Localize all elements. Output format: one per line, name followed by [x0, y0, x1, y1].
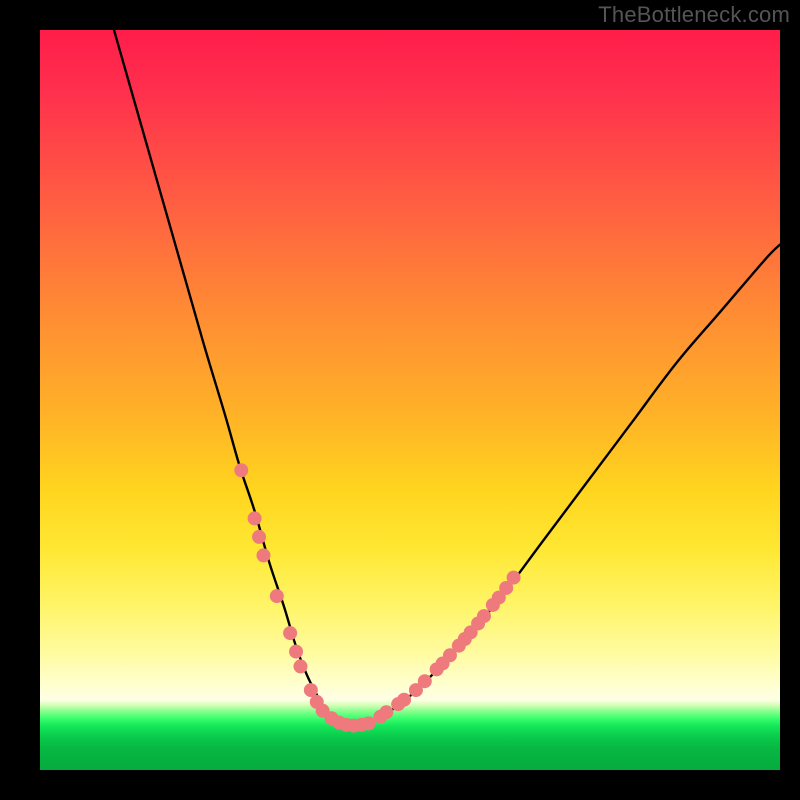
- marker-dot: [256, 548, 270, 562]
- marker-dot: [270, 589, 284, 603]
- marker-dot: [362, 716, 376, 730]
- marker-dot: [234, 463, 248, 477]
- chart-stage: TheBottleneck.com: [0, 0, 800, 800]
- marker-dots: [234, 463, 520, 732]
- marker-dot: [418, 674, 432, 688]
- marker-dot: [293, 659, 307, 673]
- marker-dot: [397, 693, 411, 707]
- marker-dot: [477, 609, 491, 623]
- bottleneck-curve: [114, 30, 780, 726]
- plot-area: [40, 30, 780, 770]
- marker-dot: [507, 571, 521, 585]
- watermark-text: TheBottleneck.com: [598, 2, 790, 28]
- marker-dot: [289, 645, 303, 659]
- marker-dot: [283, 626, 297, 640]
- marker-dot: [248, 511, 262, 525]
- chart-overlay: [40, 30, 780, 770]
- marker-dot: [252, 530, 266, 544]
- marker-dot: [379, 705, 393, 719]
- marker-dot: [304, 683, 318, 697]
